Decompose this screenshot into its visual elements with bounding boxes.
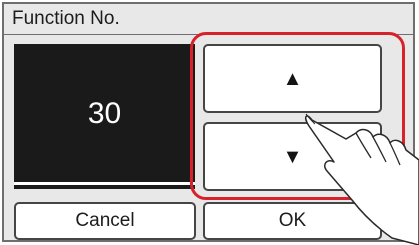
highlight-frame bbox=[190, 32, 405, 200]
title-bar: Function No. bbox=[2, 2, 415, 35]
dialog-title: Function No. bbox=[12, 8, 120, 29]
current-value: 30 bbox=[87, 97, 122, 130]
cancel-button[interactable]: Cancel bbox=[14, 202, 196, 240]
ok-button[interactable]: OK bbox=[203, 202, 382, 240]
value-display: 30 bbox=[14, 44, 195, 189]
value-underline bbox=[14, 182, 195, 185]
